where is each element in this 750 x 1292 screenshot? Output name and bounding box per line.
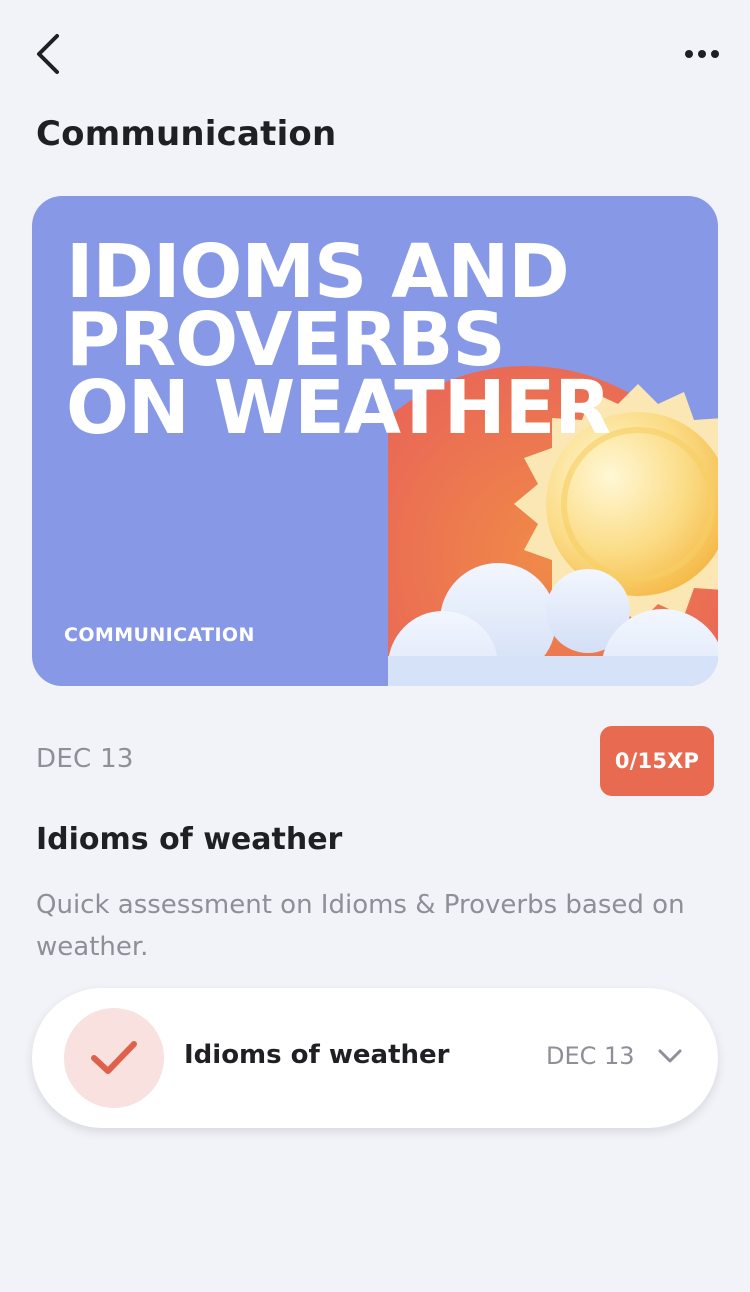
back-button[interactable] (28, 30, 68, 78)
more-horizontal-icon (685, 50, 719, 58)
lesson-title: Idioms of weather (36, 822, 343, 857)
item-title: Idioms of weather (184, 1040, 450, 1070)
item-date: DEC 13 (546, 1042, 635, 1070)
top-bar (0, 0, 750, 110)
hero-banner: IDIOMS AND PROVERBS ON WEATHER COMMUNICA… (32, 196, 718, 686)
status-circle (64, 1008, 164, 1108)
lesson-description: Quick assessment on Idioms & Proverbs ba… (36, 890, 685, 962)
hero-category-label: COMMUNICATION (64, 624, 255, 646)
page-title: Communication (36, 114, 337, 154)
checkmark-icon (91, 1041, 137, 1074)
hero-title: IDIOMS AND PROVERBS ON WEATHER (66, 235, 686, 445)
expand-button[interactable] (654, 1040, 686, 1072)
hero-title-line: ON WEATHER (66, 365, 611, 451)
chevron-down-icon (658, 1049, 682, 1063)
lesson-date: DEC 13 (36, 744, 134, 774)
chevron-left-icon (37, 34, 59, 74)
more-options-button[interactable] (682, 36, 722, 72)
xp-badge: 0/15XP (600, 726, 714, 796)
assessment-item[interactable]: Idioms of weather DEC 13 (32, 988, 718, 1128)
